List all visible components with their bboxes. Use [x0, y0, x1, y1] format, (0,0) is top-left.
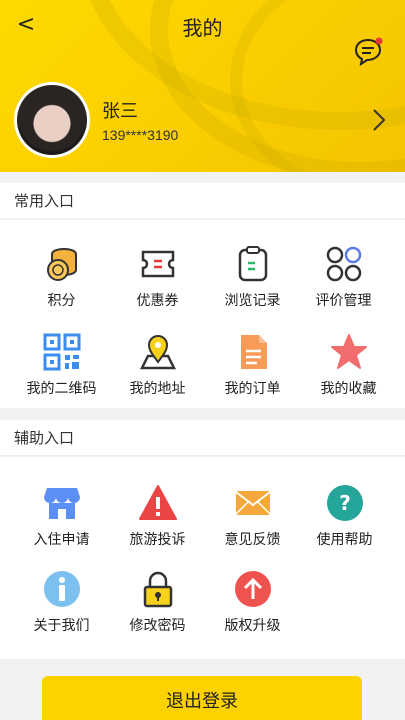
section-title-common: 常用入口	[0, 183, 405, 219]
shop-icon	[43, 488, 80, 519]
entry-help[interactable]: ? 使用帮助	[294, 483, 395, 549]
lock-icon	[143, 571, 172, 608]
svg-text:?: ?	[339, 491, 351, 515]
entry-favorites[interactable]: 我的收藏	[298, 332, 399, 398]
entry-label: 我的收藏	[320, 381, 377, 397]
entry-change-password[interactable]: 修改密码	[107, 569, 208, 635]
entry-complaint[interactable]: 旅游投诉	[107, 483, 208, 549]
entry-address[interactable]: 我的地址	[107, 332, 208, 398]
entry-upgrade[interactable]: 版权升级	[202, 569, 303, 635]
entry-label: 使用帮助	[316, 532, 373, 548]
qr-code-icon	[43, 333, 80, 371]
entry-label: 版权升级	[224, 618, 281, 634]
avatar-photo	[17, 85, 87, 155]
chevron-right-icon[interactable]	[369, 105, 389, 135]
envelope-icon	[234, 491, 271, 515]
entry-coupons[interactable]: 优惠券	[107, 244, 208, 310]
entry-label: 我的订单	[224, 381, 281, 397]
user-name: 张三	[102, 101, 138, 122]
location-pin-icon	[139, 335, 176, 370]
entry-label: 入住申请	[33, 532, 90, 548]
page-title: 我的	[182, 16, 223, 40]
logout-button[interactable]: 退出登录	[42, 676, 362, 720]
info-icon	[43, 571, 80, 607]
section-title-aux: 辅助入口	[0, 420, 405, 456]
entry-label: 关于我们	[33, 618, 90, 634]
entry-label: 旅游投诉	[129, 532, 186, 548]
common-entries-grid: 积分 优惠券 浏览记录 评价管理 我的二维码 我的地址 我的订单 我的收藏	[0, 220, 405, 408]
upgrade-arrow-icon	[234, 571, 271, 607]
entry-checkin-apply[interactable]: 入住申请	[11, 483, 112, 549]
avatar[interactable]	[14, 82, 90, 158]
entry-qr-code[interactable]: 我的二维码	[11, 332, 112, 398]
entry-label: 积分	[47, 293, 76, 309]
question-icon: ?	[326, 485, 363, 521]
entry-label: 修改密码	[129, 618, 186, 634]
entry-label: 优惠券	[136, 293, 179, 309]
chat-bubble-icon[interactable]	[353, 36, 383, 66]
grid-circles-icon	[326, 246, 361, 282]
entry-feedback[interactable]: 意见反馈	[202, 483, 303, 549]
warning-icon	[138, 485, 177, 520]
coupon-icon	[141, 250, 174, 278]
profile-header: < 我的 张三 139****3190	[0, 0, 405, 172]
user-phone: 139****3190	[102, 127, 179, 143]
entry-label: 我的地址	[129, 381, 186, 397]
entry-points[interactable]: 积分	[11, 244, 112, 310]
entry-orders[interactable]: 我的订单	[202, 332, 303, 398]
entry-about[interactable]: 关于我们	[11, 569, 112, 635]
star-icon	[330, 334, 367, 369]
coins-icon	[46, 248, 77, 281]
clipboard-icon	[238, 246, 267, 282]
entry-label: 浏览记录	[224, 293, 281, 309]
entry-label: 意见反馈	[224, 532, 281, 548]
entry-label: 我的二维码	[26, 381, 97, 397]
document-icon	[240, 335, 267, 369]
aux-entries-grid: 入住申请 旅游投诉 意见反馈 ? 使用帮助 关于我们 修改密码 版权升级	[0, 457, 405, 659]
entry-label: 评价管理	[315, 293, 372, 309]
entry-history[interactable]: 浏览记录	[202, 244, 303, 310]
entry-reviews[interactable]: 评价管理	[293, 244, 394, 310]
